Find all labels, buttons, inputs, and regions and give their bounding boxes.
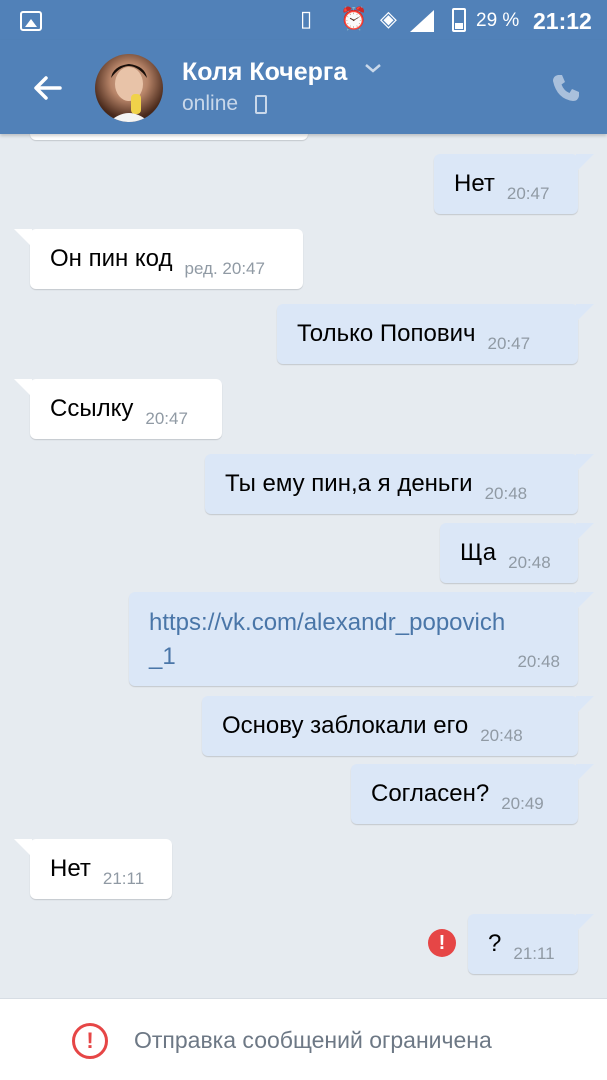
status-bar: ▯ ⏰ ◈ 29 % 21:12	[0, 0, 607, 40]
status-time: 21:12	[533, 8, 592, 34]
restriction-text: Отправка сообщений ограничена	[134, 1027, 492, 1053]
avatar[interactable]	[95, 54, 163, 122]
message-time: 21:11	[513, 944, 555, 963]
message-text: Основу заблокали его	[222, 712, 469, 739]
message-bubble[interactable]: Ты ему пин,а я деньги 20:48	[205, 454, 594, 514]
message-bubble[interactable]: Нет 20:47	[434, 154, 594, 214]
message-time: 20:48	[508, 553, 551, 572]
gallery-icon	[20, 11, 42, 31]
vibrate-icon: ▯	[300, 7, 313, 32]
message-time: 20:48	[517, 652, 560, 671]
message-text: ?	[488, 930, 502, 957]
message-time: 21:11	[102, 869, 145, 888]
message-bubble-link[interactable]: https://vk.com/alexandr_popovich _1 20:4…	[129, 592, 594, 686]
message-time: ред. 20:47	[184, 259, 265, 278]
message-bubble[interactable]: Он пин код ред. 20:47	[14, 229, 303, 289]
contact-name[interactable]: Коля Кочерга	[182, 58, 347, 87]
message-link-line1[interactable]: https://vk.com/alexandr_popovich	[149, 606, 505, 640]
message-time: 20:48	[480, 726, 523, 745]
chat-header: Коля Кочерга online	[0, 40, 607, 134]
message-bubble[interactable]: Ща 20:48	[440, 523, 594, 583]
message-list[interactable]: Нет 20:47 Он пин код ред. 20:47 Только П…	[0, 114, 607, 998]
send-failed-icon[interactable]: !	[428, 929, 456, 957]
message-text: Согласен?	[371, 780, 490, 807]
warning-icon: !	[72, 1023, 108, 1059]
chevron-down-icon[interactable]	[364, 62, 382, 74]
wifi-icon: ◈	[380, 7, 397, 32]
message-bubble[interactable]: Согласен? 20:49	[351, 764, 594, 824]
phone-icon[interactable]	[550, 72, 582, 104]
message-time: 20:47	[487, 334, 531, 353]
signal-icon	[410, 10, 434, 32]
message-bubble[interactable]: Ссылку 20:47	[14, 379, 222, 439]
message-text: Он пин код	[50, 245, 173, 272]
message-time: 20:48	[484, 484, 528, 503]
message-time: 20:47	[506, 184, 550, 203]
message-bubble[interactable]: ? 21:11	[468, 914, 594, 974]
restriction-bar: ! Отправка сообщений ограничена	[0, 998, 607, 1080]
message-text: Нет	[50, 855, 91, 882]
contact-status: online	[182, 92, 239, 115]
message-bubble[interactable]: Основу заблокали его 20:48	[202, 696, 594, 756]
alarm-icon: ⏰	[340, 7, 368, 32]
message-bubble[interactable]: Нет 21:11	[14, 839, 172, 899]
message-text: Ссылку	[50, 395, 134, 422]
arrow-left-icon[interactable]	[30, 70, 66, 106]
message-bubble[interactable]: Только Попович 20:47	[277, 304, 594, 364]
message-link-line2[interactable]: _1	[149, 640, 176, 674]
battery-icon	[452, 8, 466, 32]
message-text: Только Попович	[297, 320, 476, 347]
mobile-device-icon	[255, 95, 267, 114]
message-text: Ща	[460, 539, 497, 566]
message-text: Нет	[454, 170, 495, 197]
message-time: 20:47	[145, 409, 188, 428]
battery-percent: 29 %	[476, 10, 520, 31]
message-text: Ты ему пин,а я деньги	[225, 470, 473, 497]
message-time: 20:49	[501, 794, 544, 813]
